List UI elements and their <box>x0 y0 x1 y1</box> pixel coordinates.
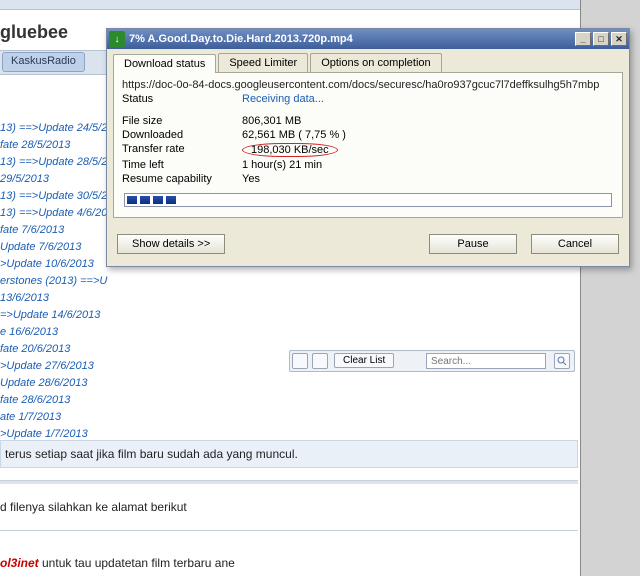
header-strip <box>0 0 580 10</box>
search-input[interactable] <box>426 353 546 369</box>
tab-download-status[interactable]: Download status <box>113 54 216 73</box>
prev-icon[interactable] <box>292 353 308 369</box>
minimize-button[interactable]: _ <box>575 32 591 46</box>
tab-kaskusradio[interactable]: KaskusRadio <box>2 52 85 72</box>
spacer <box>517 234 531 254</box>
list-item[interactable]: fate 20/6/2013 <box>0 341 200 358</box>
progress-bar <box>124 193 612 207</box>
list-item[interactable]: fate 28/6/2013 <box>0 392 200 409</box>
brand-text: gluebee <box>0 22 68 43</box>
label-resume: Resume capability <box>122 173 242 185</box>
info-text: terus setiap saat jika film baru sudah a… <box>5 447 298 461</box>
paragraph-download-hint: d filenya silahkan ke alamat berikut <box>0 500 187 514</box>
rate-highlight: 198,030 KB/sec <box>242 143 338 157</box>
signature-line: ol3inet untuk tau updatetan film terbaru… <box>0 556 235 570</box>
value-transfer-rate: 198,030 KB/sec <box>242 143 614 157</box>
dialog-button-row: Show details >> Pause Cancel <box>107 224 629 266</box>
next-icon[interactable] <box>312 353 328 369</box>
value-downloaded: 62,561 MB ( 7,75 % ) <box>242 129 614 141</box>
signature-rest: untuk tau updatetan film terbaru ane <box>39 556 235 570</box>
progress-segment <box>153 196 163 204</box>
maximize-button[interactable]: □ <box>593 32 609 46</box>
label-status: Status <box>122 93 242 105</box>
value-resume: Yes <box>242 173 614 185</box>
label-transfer-rate: Transfer rate <box>122 143 242 157</box>
progress-segment <box>140 196 150 204</box>
progress-segment <box>166 196 176 204</box>
download-dialog: ↓ 7% A.Good.Day.to.Die.Hard.2013.720p.mp… <box>106 28 630 267</box>
status-panel: https://doc-0o-84-docs.googleusercontent… <box>113 72 623 218</box>
divider <box>0 480 578 484</box>
clear-list-button[interactable]: Clear List <box>334 353 394 368</box>
list-item[interactable]: 13/6/2013 <box>0 290 200 307</box>
list-item[interactable]: ate 1/7/2013 <box>0 409 200 426</box>
cancel-button[interactable]: Cancel <box>531 234 619 254</box>
label-file-size: File size <box>122 115 242 127</box>
value-file-size: 806,301 MB <box>242 115 614 127</box>
label-time-left: Time left <box>122 159 242 171</box>
divider <box>0 530 578 531</box>
info-box: terus setiap saat jika film baru sudah a… <box>0 440 578 468</box>
value-time-left: 1 hour(s) 21 min <box>242 159 614 171</box>
list-item[interactable]: e 16/6/2013 <box>0 324 200 341</box>
progress-segment <box>127 196 137 204</box>
tab-speed-limiter[interactable]: Speed Limiter <box>218 53 308 72</box>
window-title: 7% A.Good.Day.to.Die.Hard.2013.720p.mp4 <box>129 33 573 45</box>
pause-button[interactable]: Pause <box>429 234 517 254</box>
app-icon: ↓ <box>109 31 125 47</box>
dialog-tabs: Download status Speed Limiter Options on… <box>107 49 629 72</box>
signature-name: ol3inet <box>0 556 39 570</box>
value-status: Receiving data... <box>242 93 614 105</box>
download-url: https://doc-0o-84-docs.googleusercontent… <box>122 79 614 91</box>
list-item[interactable]: >Update 27/6/2013 <box>0 358 200 375</box>
list-toolbar: Clear List <box>289 350 575 372</box>
label-downloaded: Downloaded <box>122 129 242 141</box>
tab-options-on-completion[interactable]: Options on completion <box>310 53 441 72</box>
list-item[interactable]: erstones (2013) ==>U <box>0 273 200 290</box>
list-item[interactable]: Update 28/6/2013 <box>0 375 200 392</box>
titlebar[interactable]: ↓ 7% A.Good.Day.to.Die.Hard.2013.720p.mp… <box>107 29 629 49</box>
search-icon[interactable] <box>554 353 570 369</box>
spacer <box>225 234 429 254</box>
show-details-button[interactable]: Show details >> <box>117 234 225 254</box>
list-item[interactable]: =>Update 14/6/2013 <box>0 307 200 324</box>
close-button[interactable]: ✕ <box>611 32 627 46</box>
